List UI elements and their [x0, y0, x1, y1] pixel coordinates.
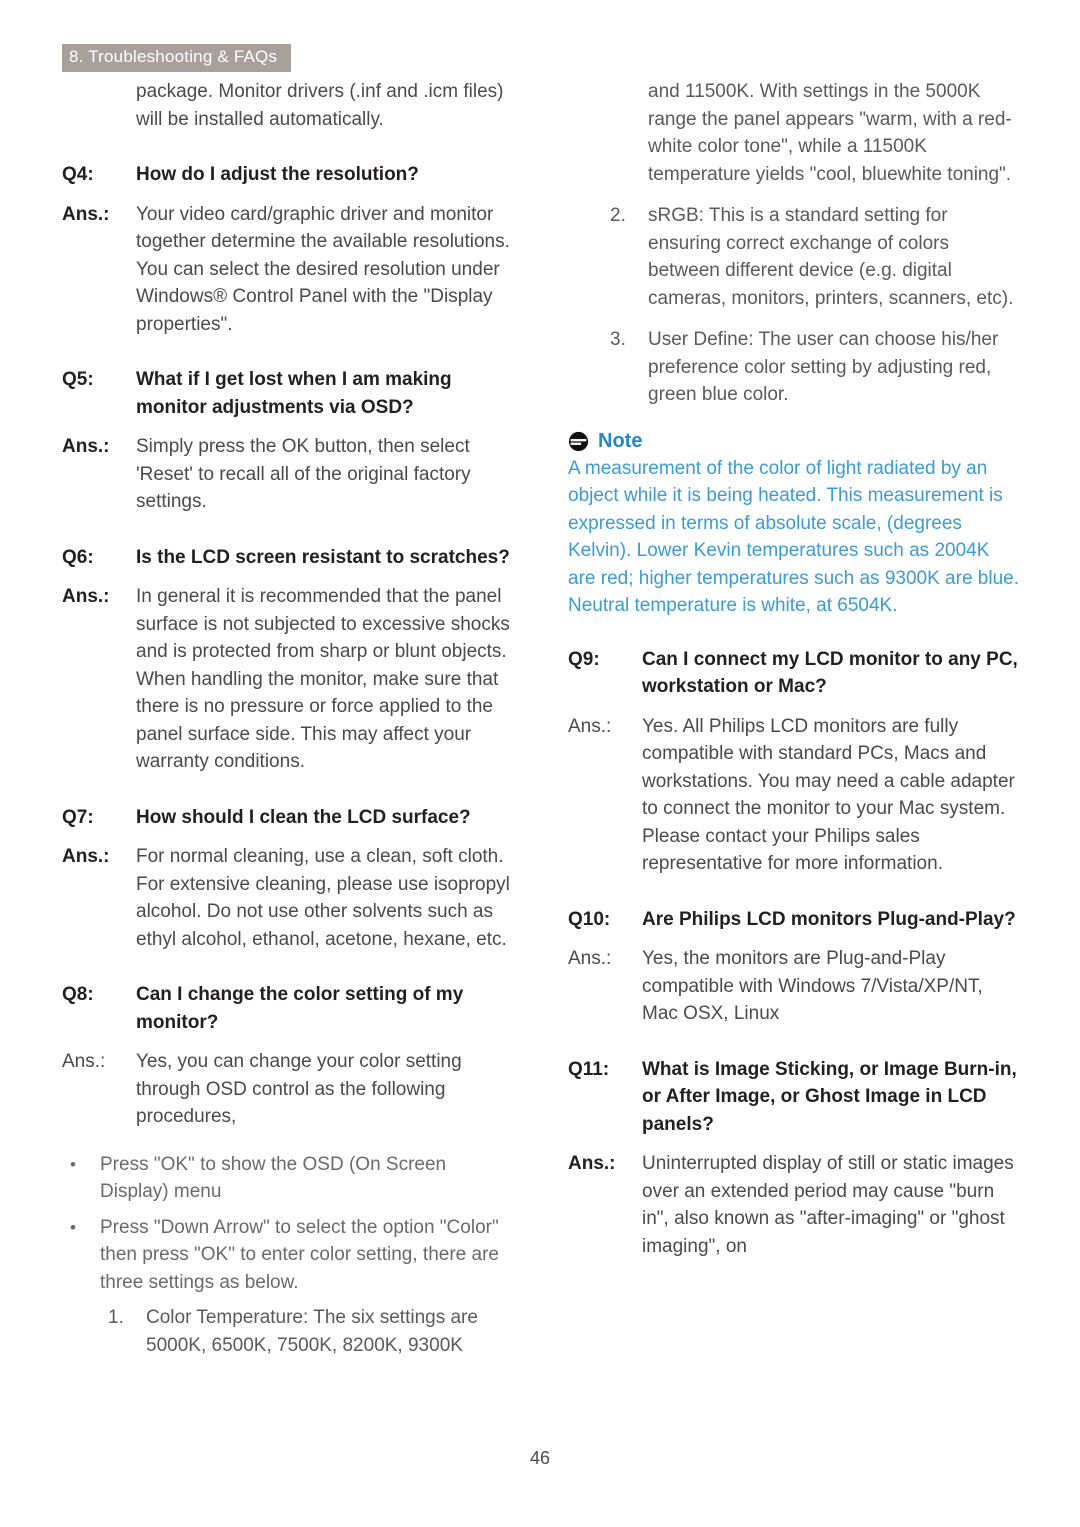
q5-ans-label: Ans.:: [62, 436, 110, 457]
q4-answer-row: Ans.: Your video card/graphic driver and…: [62, 201, 514, 339]
q7-question: How should I clean the LCD surface?: [136, 806, 471, 828]
note-header: Note: [568, 431, 1020, 452]
q5-answer: Simply press the OK button, then select …: [136, 436, 471, 512]
right-column: and 11500K. With settings in the 5000K r…: [568, 78, 1020, 1262]
list-item: • Press "OK" to show the OSD (On Screen …: [62, 1151, 514, 1206]
note-title: Note: [598, 430, 643, 452]
q11-answer: Uninterrupted display of still or static…: [642, 1153, 1014, 1257]
q9-question-row: Q9: Can I connect my LCD monitor to any …: [568, 646, 1020, 701]
q6-answer-row: Ans.: In general it is recommended that …: [62, 583, 514, 776]
number-text: sRGB: This is a standard setting for ens…: [648, 205, 1014, 309]
number-text: User Define: The user can choose his/her…: [648, 329, 999, 405]
q8-answer: Yes, you can change your color setting t…: [136, 1051, 462, 1127]
q8-question: Can I change the color setting of my mon…: [136, 984, 464, 1033]
q6-question: Is the LCD screen resistant to scratches…: [136, 546, 510, 568]
bullet-marker: •: [70, 1154, 76, 1174]
q7-answer-row: Ans.: For normal cleaning, use a clean, …: [62, 843, 514, 953]
bullet-text: Press "Down Arrow" to select the option …: [100, 1216, 499, 1293]
q7-answer: For normal cleaning, use a clean, soft c…: [136, 846, 510, 950]
q6-answer: In general it is recommended that the pa…: [136, 586, 510, 772]
q11-answer-row: Ans.: Uninterrupted display of still or …: [568, 1150, 1020, 1260]
q10-label: Q10:: [568, 908, 611, 930]
q7-ans-label: Ans.:: [62, 846, 110, 867]
number-marker: 3.: [610, 329, 626, 350]
q8-answer-row: Ans.: Yes, you can change your color set…: [62, 1048, 514, 1131]
q9-question: Can I connect my LCD monitor to any PC, …: [642, 648, 1018, 698]
q5-label: Q5:: [62, 369, 94, 390]
q6-ans-label: Ans.:: [62, 586, 110, 607]
q6-label: Q6:: [62, 546, 94, 568]
q11-question: What is Image Sticking, or Image Burn-in…: [642, 1058, 1017, 1135]
q4-answer: Your video card/graphic driver and monit…: [136, 203, 510, 335]
q6-question-row: Q6: Is the LCD screen resistant to scrat…: [62, 544, 514, 572]
q7-label: Q7:: [62, 806, 94, 828]
list-item: 2. sRGB: This is a standard setting for …: [568, 202, 1020, 312]
chapter-tab: 8. Troubleshooting & FAQs: [62, 44, 292, 72]
q4-label: Q4:: [62, 164, 94, 185]
document-page: 8. Troubleshooting & FAQs package. Monit…: [0, 0, 1080, 1527]
list-item: • Press "Down Arrow" to select the optio…: [62, 1214, 514, 1297]
q8-ans-label: Ans.:: [62, 1051, 106, 1072]
note-icon: [568, 431, 589, 451]
list-item: 1. Color Temperature: The six settings a…: [62, 1304, 514, 1359]
numbered-continuation: and 11500K. With settings in the 5000K r…: [648, 81, 1012, 185]
number-marker: 1.: [108, 1307, 124, 1328]
number-text: Color Temperature: The six settings are …: [146, 1307, 478, 1356]
continued-paragraph-row: package. Monitor drivers (.inf and .icm …: [62, 78, 514, 133]
q9-label: Q9:: [568, 648, 600, 670]
bullet-text: Press "OK" to show the OSD (On Screen Di…: [100, 1153, 447, 1203]
q10-answer-row: Ans.: Yes, the monitors are Plug-and-Pla…: [568, 945, 1020, 1028]
q7-question-row: Q7: How should I clean the LCD surface?: [62, 804, 514, 832]
q9-ans-label: Ans.:: [568, 715, 612, 737]
q5-question: What if I get lost when I am making moni…: [136, 369, 452, 418]
q5-question-row: Q5: What if I get lost when I am making …: [62, 366, 514, 421]
page-number: 46: [529, 1448, 551, 1468]
q10-ans-label: Ans.:: [568, 948, 612, 969]
q5-answer-row: Ans.: Simply press the OK button, then s…: [62, 433, 514, 516]
q4-question: How do I adjust the resolution?: [136, 164, 419, 185]
bullet-marker: •: [70, 1217, 76, 1237]
q11-ans-label: Ans.:: [568, 1153, 616, 1174]
note-callout: Note A measurement of the color of light…: [568, 431, 1020, 620]
q10-question-row: Q10: Are Philips LCD monitors Plug-and-P…: [568, 906, 1020, 934]
note-body: A measurement of the color of light radi…: [568, 457, 1019, 617]
list-item: 3. User Define: The user can choose his/…: [568, 326, 1020, 409]
continued-paragraph: package. Monitor drivers (.inf and .icm …: [136, 81, 504, 130]
q8-label: Q8:: [62, 984, 94, 1005]
q9-answer-row: Ans.: Yes. All Philips LCD monitors are …: [568, 713, 1020, 878]
number-marker: 2.: [610, 205, 626, 226]
q11-label: Q11:: [568, 1058, 610, 1080]
q4-ans-label: Ans.:: [62, 203, 110, 225]
q10-answer: Yes, the monitors are Plug-and-Play comp…: [642, 948, 983, 1024]
q10-question: Are Philips LCD monitors Plug-and-Play?: [642, 908, 1016, 930]
q4-question-row: Q4: How do I adjust the resolution?: [62, 161, 514, 189]
left-column: package. Monitor drivers (.inf and .icm …: [62, 78, 514, 1363]
q11-question-row: Q11: What is Image Sticking, or Image Bu…: [568, 1056, 1020, 1139]
q8-question-row: Q8: Can I change the color setting of my…: [62, 981, 514, 1036]
q9-answer: Yes. All Philips LCD monitors are fully …: [642, 715, 1015, 875]
